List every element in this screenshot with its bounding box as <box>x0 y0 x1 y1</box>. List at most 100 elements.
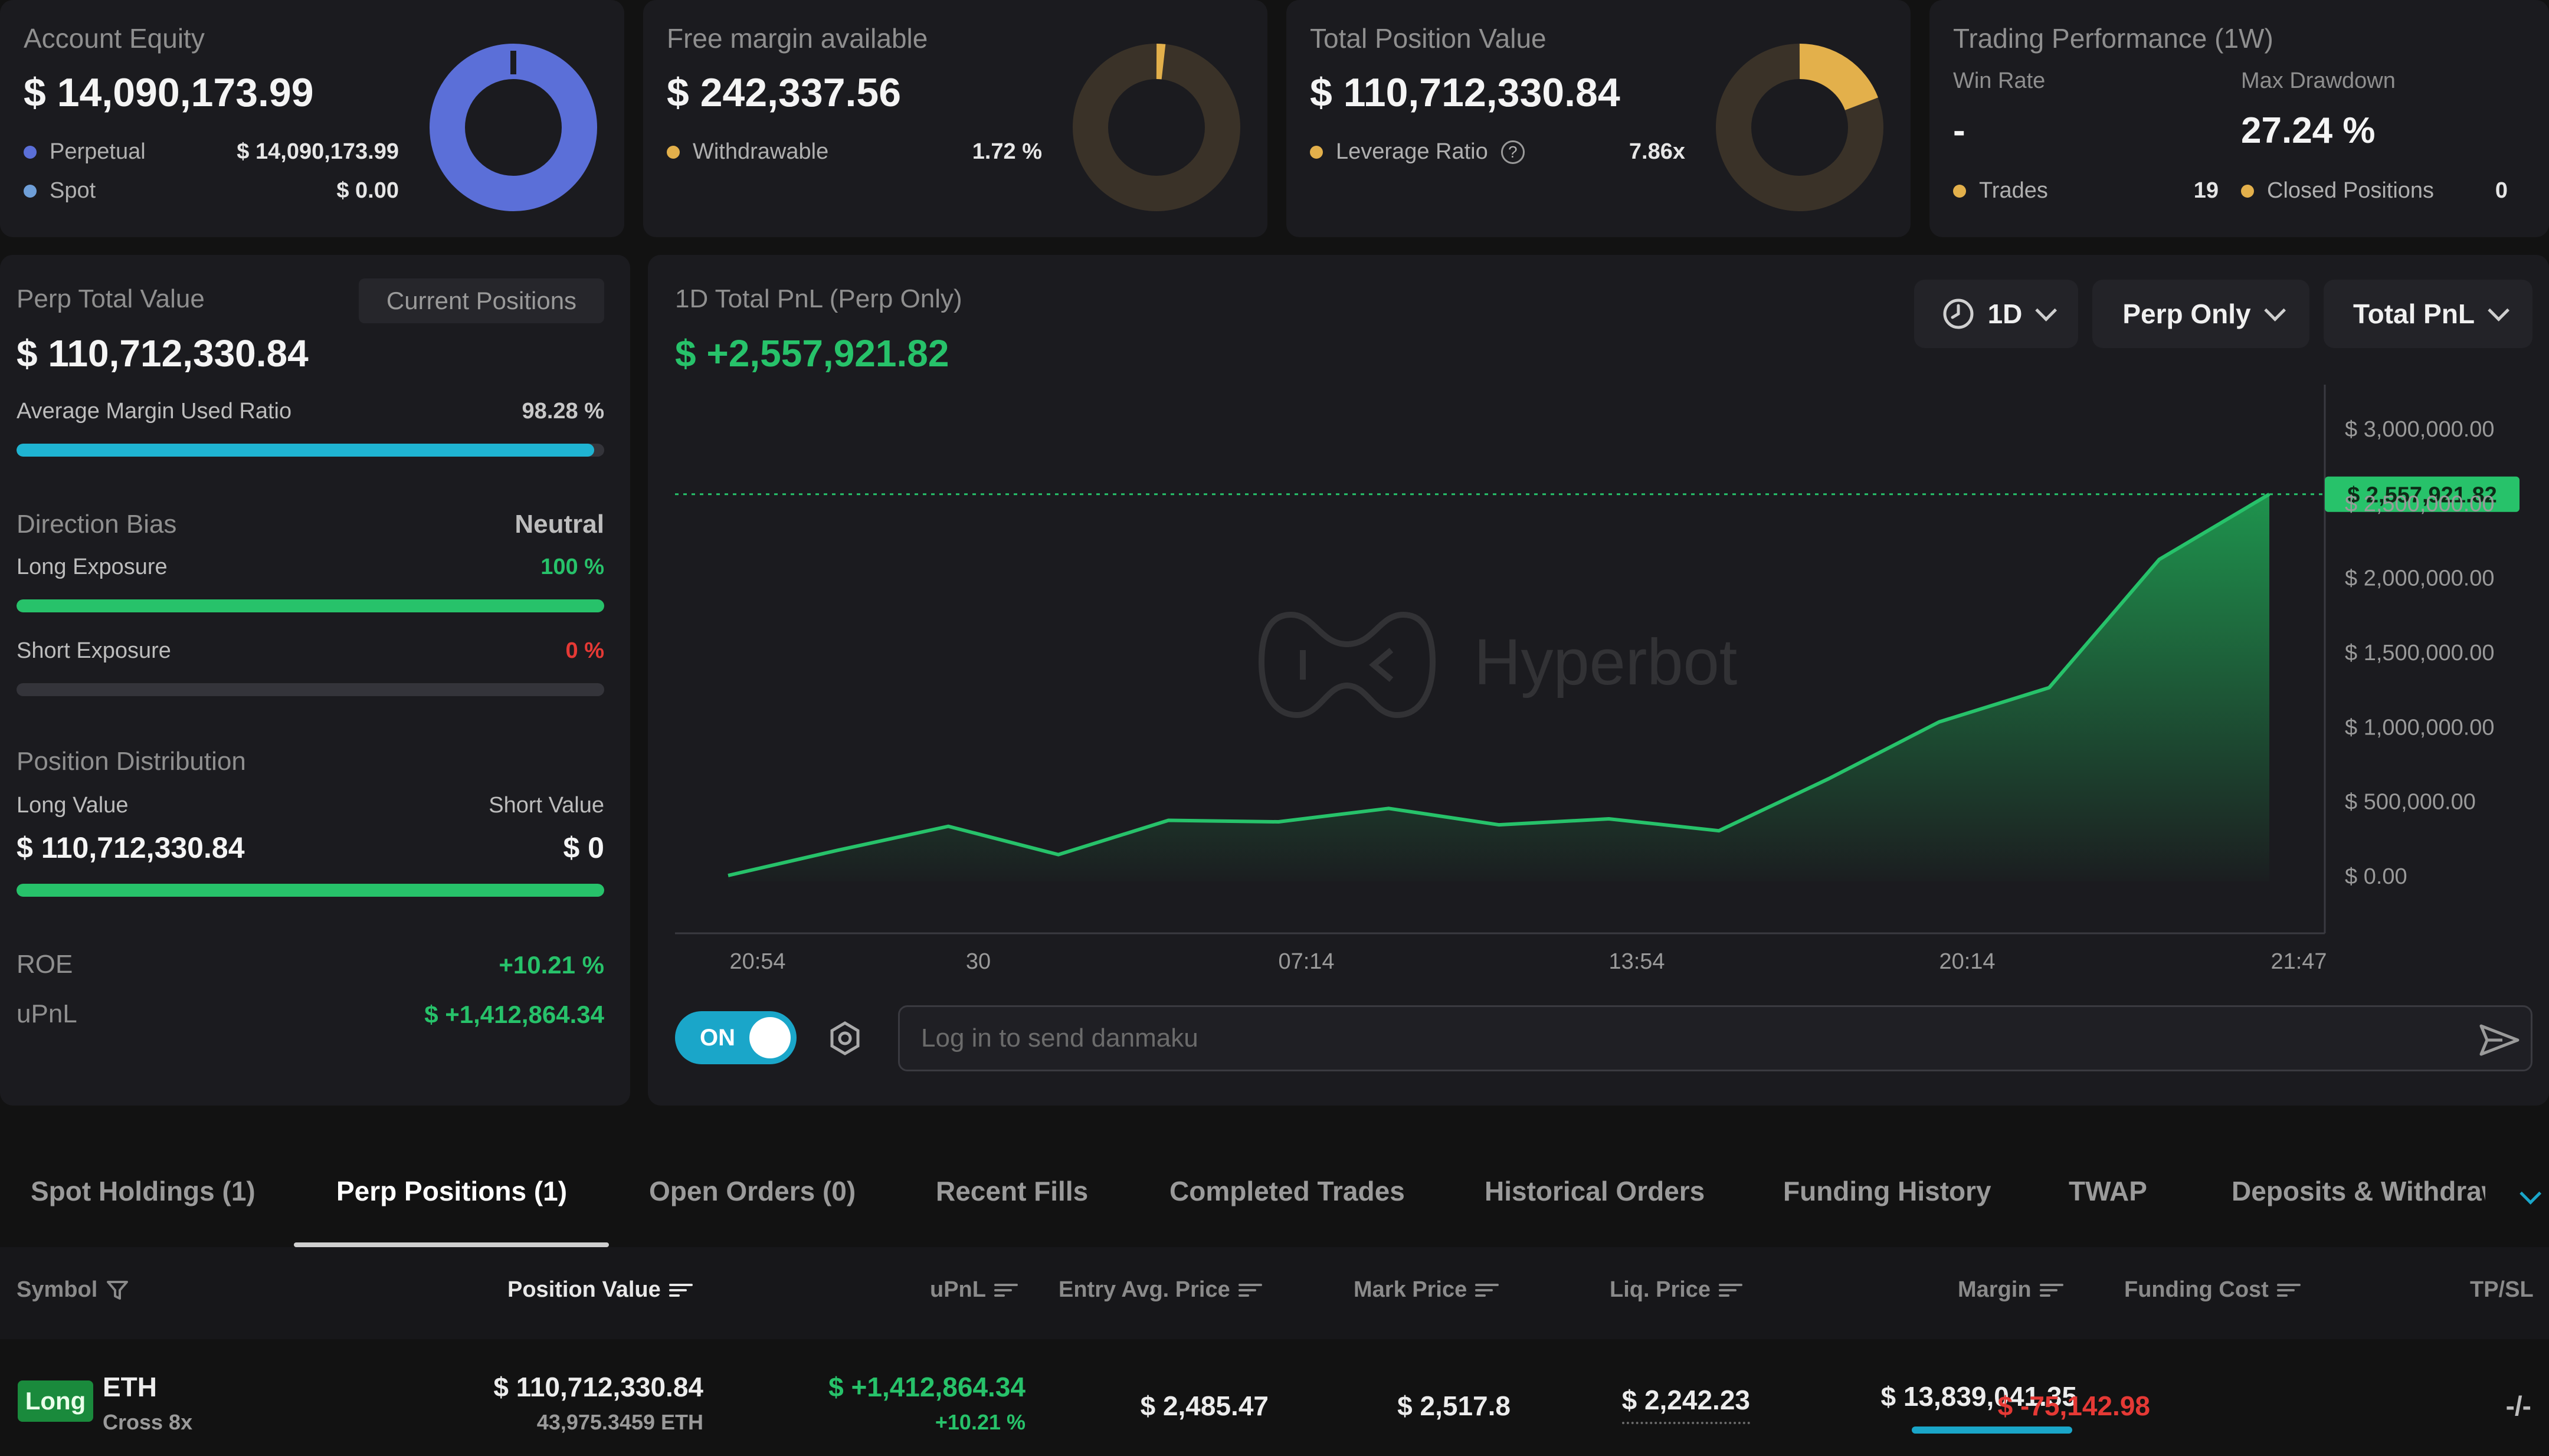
leverage-dot-icon <box>1310 145 1323 159</box>
closed-dot-icon <box>2241 184 2254 198</box>
toggle-label: ON <box>700 1024 735 1051</box>
max-drawdown-value: 27.24 % <box>2241 110 2376 151</box>
withdrawable-label: Withdrawable <box>667 139 828 165</box>
th-funding-cost[interactable]: Funding Cost <box>2124 1277 2301 1303</box>
upnl-label: uPnL <box>17 999 77 1028</box>
danmaku-placeholder: Log in to send danmaku <box>921 1024 1198 1052</box>
sort-icon[interactable] <box>1238 1281 1262 1299</box>
trading-performance-card: Trading Performance (1W) Win Rate - Max … <box>1929 0 2549 237</box>
withdrawable-value: 1.72 % <box>972 139 1042 164</box>
th-mark-price[interactable]: Mark Price <box>1354 1277 1499 1303</box>
sort-icon[interactable] <box>1719 1281 1743 1299</box>
upnl-value: $ +1,412,864.34 <box>424 1001 604 1028</box>
roe-label: ROE <box>17 950 73 979</box>
margin-ratio-value: 98.28 % <box>522 399 604 424</box>
position-distribution-bar <box>17 884 604 897</box>
spot-value: $ 0.00 <box>336 178 399 203</box>
sort-icon[interactable] <box>669 1281 693 1299</box>
tab-twap[interactable]: TWAP <box>2069 1175 2147 1207</box>
y-tick-label: $ 1,000,000.00 <box>2345 715 2495 740</box>
spot-dot-icon <box>24 184 37 198</box>
trades-dot-icon <box>1953 184 1966 198</box>
free-margin-title: Free margin available <box>667 23 928 54</box>
danmaku-input[interactable]: Log in to send danmaku <box>898 1005 2532 1071</box>
account-equity-title: Account Equity <box>24 23 205 54</box>
tab-historical-orders[interactable]: Historical Orders <box>1485 1175 1705 1207</box>
tab-funding-history[interactable]: Funding History <box>1783 1175 1991 1207</box>
account-equity-value: $ 14,090,173.99 <box>24 70 314 115</box>
table-row[interactable]: Long ETH Cross 8x $ 110,712,330.84 43,97… <box>0 1339 2549 1456</box>
perpetual-dot-icon <box>24 145 37 159</box>
tab-deposits-clip: Deposits & Withdraw <box>2232 1168 2485 1215</box>
active-tab-indicator <box>294 1242 609 1247</box>
sort-icon[interactable] <box>1475 1281 1499 1299</box>
perpetual-value: $ 14,090,173.99 <box>237 139 399 164</box>
equity-donut-icon <box>430 44 597 211</box>
upnl-cell: $ +1,412,864.34 <box>828 1372 1026 1402</box>
danmaku-toggle[interactable]: ON <box>675 1011 797 1064</box>
trades-label: Trades <box>1953 178 2048 204</box>
tab-recent-fills[interactable]: Recent Fills <box>936 1175 1088 1207</box>
x-tick-label: 21:47 <box>2270 949 2327 974</box>
tpsl-cell[interactable]: -/- <box>2506 1390 2531 1422</box>
tab-spot-holdings[interactable]: Spot Holdings (1) <box>31 1175 255 1207</box>
win-rate-label: Win Rate <box>1953 68 2046 93</box>
symbol-name[interactable]: ETH <box>103 1371 157 1403</box>
account-equity-card: Account Equity $ 14,090,173.99 Perpetual… <box>0 0 624 237</box>
send-icon[interactable] <box>2479 1022 2520 1058</box>
tab-perp-positions[interactable]: Perp Positions (1) <box>336 1175 567 1207</box>
perp-total-title: Perp Total Value <box>17 284 205 313</box>
settings-gear-icon[interactable] <box>826 1019 864 1057</box>
liq-price-cell: $ 2,242.23 <box>1621 1384 1750 1424</box>
free-margin-card: Free margin available $ 242,337.56 Withd… <box>643 0 1267 237</box>
margin-ratio-label: Average Margin Used Ratio <box>17 399 292 424</box>
th-symbol[interactable]: Symbol <box>17 1277 129 1303</box>
y-tick-label: $ 0.00 <box>2345 864 2407 889</box>
mark-price-cell: $ 2,517.8 <box>1397 1391 1511 1421</box>
help-icon[interactable]: ? <box>1500 140 1525 164</box>
tab-completed-trades[interactable]: Completed Trades <box>1169 1175 1405 1207</box>
filter-icon[interactable] <box>106 1278 129 1302</box>
th-position-value[interactable]: Position Value <box>507 1277 693 1303</box>
side-badge: Long <box>18 1380 93 1422</box>
th-liq-price[interactable]: Liq. Price <box>1610 1277 1743 1303</box>
spot-label: Spot <box>24 178 96 204</box>
th-entry-price[interactable]: Entry Avg. Price <box>1059 1277 1262 1303</box>
sort-icon[interactable] <box>2039 1281 2063 1299</box>
y-tick-label: $ 2,500,000.00 <box>2345 491 2495 516</box>
long-exposure-label: Long Exposure <box>17 555 168 579</box>
y-tick-label: $ 500,000.00 <box>2345 790 2476 815</box>
toggle-knob <box>749 1017 791 1058</box>
sort-icon[interactable] <box>994 1281 1018 1299</box>
th-tpsl: TP/SL <box>2470 1277 2534 1302</box>
long-value-label: Long Value <box>17 793 129 818</box>
y-tick-label: $ 1,500,000.00 <box>2345 641 2495 665</box>
leverage-ratio-label: Leverage Ratio ? <box>1310 139 1525 165</box>
long-value-amount: $ 110,712,330.84 <box>17 831 245 864</box>
position-value-cell: $ 110,712,330.84 <box>493 1372 703 1402</box>
short-exposure-bar <box>17 683 604 696</box>
trading-performance-title: Trading Performance (1W) <box>1953 23 2273 54</box>
closed-positions-value: 0 <box>2495 178 2508 203</box>
th-upnl[interactable]: uPnL <box>930 1277 1018 1303</box>
margin-donut-icon <box>1073 44 1240 211</box>
th-margin[interactable]: Margin <box>1958 1277 2063 1303</box>
position-donut-icon <box>1716 43 1883 211</box>
pnl-area-chart: $ 2,557,921.82$ 3,000,000.00$ 2,500,000.… <box>675 385 2519 974</box>
withdrawable-dot-icon <box>667 145 680 159</box>
short-value-amount: $ 0 <box>563 831 604 864</box>
tab-deposits-withdraw[interactable]: Deposits & Withdraw <box>2232 1175 2485 1207</box>
win-rate-value: - <box>1953 110 1965 151</box>
y-tick-label: $ 3,000,000.00 <box>2345 417 2495 442</box>
max-drawdown-label: Max Drawdown <box>2241 68 2396 93</box>
current-positions-button[interactable]: Current Positions <box>359 278 604 323</box>
margin-usage-bar <box>1912 1427 2072 1434</box>
trades-value: 19 <box>2193 178 2219 203</box>
margin-mode: Cross 8x <box>103 1410 193 1434</box>
sort-icon[interactable] <box>2276 1281 2301 1299</box>
total-position-card: Total Position Value $ 110,712,330.84 Le… <box>1286 0 1911 237</box>
short-value-label: Short Value <box>489 793 604 818</box>
tab-open-orders[interactable]: Open Orders (0) <box>649 1175 856 1207</box>
leverage-ratio-value: 7.86x <box>1629 139 1685 164</box>
free-margin-value: $ 242,337.56 <box>667 70 902 115</box>
